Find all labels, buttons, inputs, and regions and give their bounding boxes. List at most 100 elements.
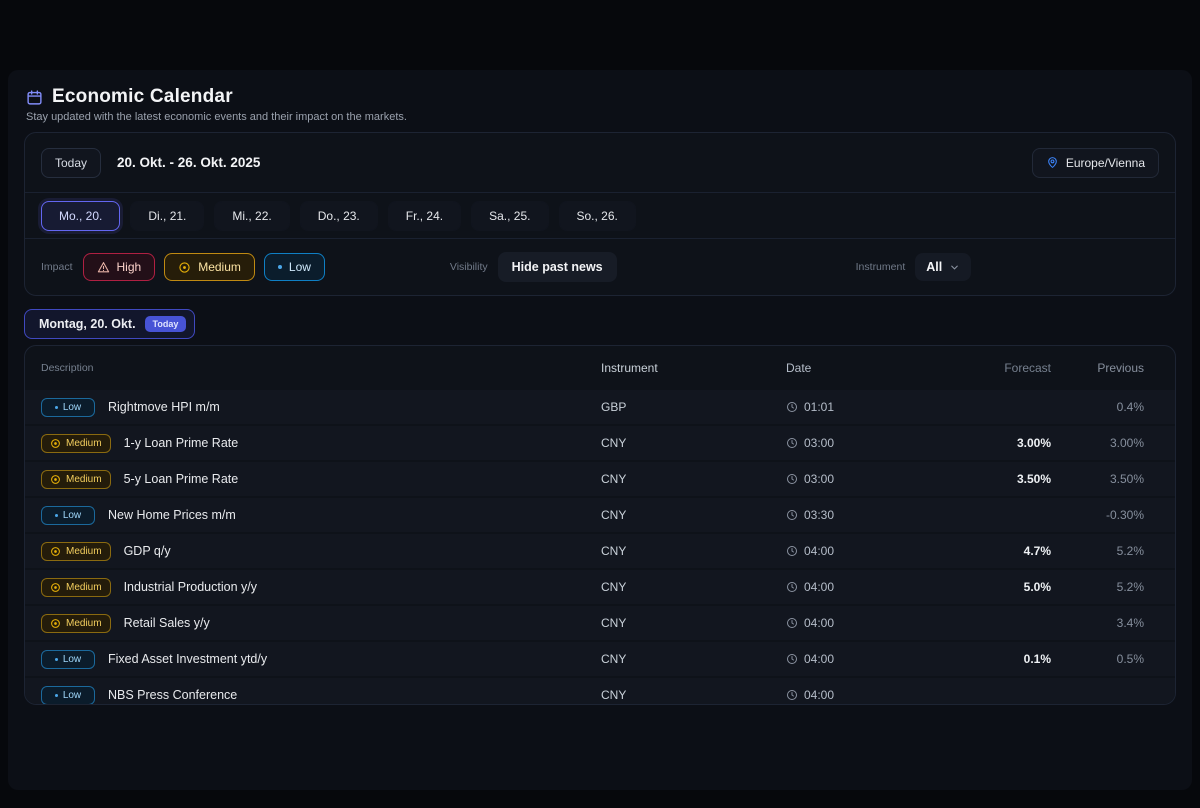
page-subtitle: Stay updated with the latest economic ev… <box>26 111 1176 123</box>
low-impact-icon <box>55 514 58 517</box>
clock-icon <box>786 689 798 701</box>
event-previous: 5.2% <box>1051 580 1159 594</box>
clock-icon <box>786 473 798 485</box>
event-previous: 0.5% <box>1051 652 1159 666</box>
table-body: LowRightmove HPI m/mGBP01:010.4%Medium1-… <box>25 390 1175 705</box>
impact-badge: Low <box>41 650 95 669</box>
day-tabs: Mo., 20. Di., 21. Mi., 22. Do., 23. Fr., 24.… <box>25 192 1175 238</box>
impact-badge: Medium <box>41 542 111 561</box>
medium-impact-icon <box>50 546 61 557</box>
filter-card: Today 20. Okt. - 26. Okt. 2025 Europe/Vi… <box>24 132 1176 296</box>
table-row[interactable]: LowNew Home Prices m/mCNY03:30-0.30% <box>25 498 1175 532</box>
low-impact-icon <box>278 265 282 269</box>
day-tab-7[interactable]: So., 26. <box>559 201 636 231</box>
event-forecast: 0.1% <box>971 652 1051 666</box>
impact-badge-label: Medium <box>66 546 102 557</box>
day-tab-4[interactable]: Do., 23. <box>300 201 378 231</box>
event-previous: 0.4% <box>1051 400 1159 414</box>
event-description: Rightmove HPI m/m <box>108 400 220 414</box>
column-previous: Previous <box>1051 361 1159 375</box>
table-row[interactable]: Medium Retail Sales y/y CNY 04:00 3.4% <box>25 606 1175 640</box>
column-forecast: Forecast <box>971 361 1051 375</box>
page-title: Economic Calendar <box>52 86 233 108</box>
clock-icon <box>786 545 798 557</box>
clock-icon <box>786 617 798 629</box>
calendar-icon <box>26 89 43 106</box>
day-tab-2[interactable]: Di., 21. <box>130 201 204 231</box>
event-previous: 5.2% <box>1051 544 1159 558</box>
table-row[interactable]: Medium5-y Loan Prime RateCNY03:003.50%3.… <box>25 462 1175 496</box>
clock-icon <box>786 437 798 449</box>
instrument-select[interactable]: All <box>915 253 971 281</box>
table-row[interactable]: LowRightmove HPI m/mGBP01:010.4% <box>25 390 1175 424</box>
event-description: New Home Prices m/m <box>108 508 236 522</box>
medium-impact-icon <box>178 261 191 274</box>
medium-impact-icon <box>50 618 61 629</box>
clock-icon <box>786 653 798 665</box>
event-description: Fixed Asset Investment ytd/y <box>108 652 267 666</box>
event-instrument: CNY <box>601 652 786 666</box>
events-table: Description Instrument Date Forecast Pre… <box>24 345 1176 705</box>
table-row[interactable]: LowNBS Press ConferenceCNY04:00 <box>25 678 1175 705</box>
day-tab-5[interactable]: Fr., 24. <box>388 201 461 231</box>
table-row[interactable]: MediumIndustrial Production y/yCNY04:005… <box>25 570 1175 604</box>
timezone-label: Europe/Vienna <box>1066 156 1145 170</box>
event-previous: 3.00% <box>1051 436 1159 450</box>
event-time: 04:00 <box>804 652 834 666</box>
event-description: NBS Press Conference <box>108 688 237 702</box>
visibility-label: Visibility <box>450 261 488 273</box>
date-range: 20. Okt. - 26. Okt. 2025 <box>117 155 260 170</box>
instrument-label: Instrument <box>856 261 906 273</box>
impact-filter-high[interactable]: High <box>83 253 156 281</box>
impact-filter-medium[interactable]: Medium <box>164 253 255 281</box>
event-time: 04:00 <box>804 580 834 594</box>
event-time: 04:00 <box>804 688 834 702</box>
location-pin-icon <box>1046 156 1059 169</box>
event-instrument: CNY <box>601 544 786 558</box>
medium-impact-icon <box>50 474 61 485</box>
impact-badge-label: Medium <box>66 474 102 485</box>
impact-filter-label: Low <box>289 260 311 274</box>
table-row[interactable]: Medium1-y Loan Prime RateCNY03:003.00%3.… <box>25 426 1175 460</box>
event-description: 5-y Loan Prime Rate <box>124 472 239 486</box>
impact-filter-label: High <box>117 260 142 274</box>
today-button[interactable]: Today <box>41 148 101 178</box>
economic-calendar-panel: Economic Calendar Stay updated with the … <box>8 70 1192 790</box>
impact-badge-label: Low <box>63 402 81 413</box>
low-impact-icon <box>55 406 58 409</box>
instrument-select-value: All <box>926 260 942 274</box>
event-time: 01:01 <box>804 400 834 414</box>
impact-badge: Medium <box>41 614 111 633</box>
hide-past-news-button[interactable]: Hide past news <box>498 252 617 282</box>
event-description: Retail Sales y/y <box>124 616 210 630</box>
event-time: 04:00 <box>804 616 834 630</box>
clock-icon <box>786 509 798 521</box>
chevron-down-icon <box>949 262 960 273</box>
day-tab-1[interactable]: Mo., 20. <box>41 201 120 231</box>
timezone-button[interactable]: Europe/Vienna <box>1032 148 1159 178</box>
event-instrument: CNY <box>601 616 786 630</box>
event-time: 04:00 <box>804 544 834 558</box>
impact-filter-label: Medium <box>198 260 241 274</box>
impact-badge: Medium <box>41 578 111 597</box>
low-impact-icon <box>55 694 58 697</box>
event-previous: 3.4% <box>1051 616 1159 630</box>
impact-label: Impact <box>41 261 73 273</box>
medium-impact-icon <box>50 582 61 593</box>
column-date: Date <box>786 361 971 375</box>
column-description: Description <box>41 362 601 374</box>
day-section-header[interactable]: Montag, 20. Okt. Today <box>24 309 195 339</box>
day-tab-6[interactable]: Sa., 25. <box>471 201 548 231</box>
event-time: 03:30 <box>804 508 834 522</box>
day-tab-3[interactable]: Mi., 22. <box>214 201 289 231</box>
event-description: GDP q/y <box>124 544 171 558</box>
event-instrument: CNY <box>601 688 786 702</box>
table-row[interactable]: Low Fixed Asset Investment ytd/y CNY 04:00 0… <box>25 642 1175 676</box>
event-previous: 3.50% <box>1051 472 1159 486</box>
event-instrument: CNY <box>601 472 786 486</box>
impact-badge-label: Low <box>63 654 81 665</box>
page-header: Economic Calendar <box>24 86 1176 108</box>
impact-filter-low[interactable]: Low <box>264 253 325 281</box>
table-row[interactable]: MediumGDP q/yCNY04:004.7%5.2% <box>25 534 1175 568</box>
impact-badge-label: Low <box>63 510 81 521</box>
